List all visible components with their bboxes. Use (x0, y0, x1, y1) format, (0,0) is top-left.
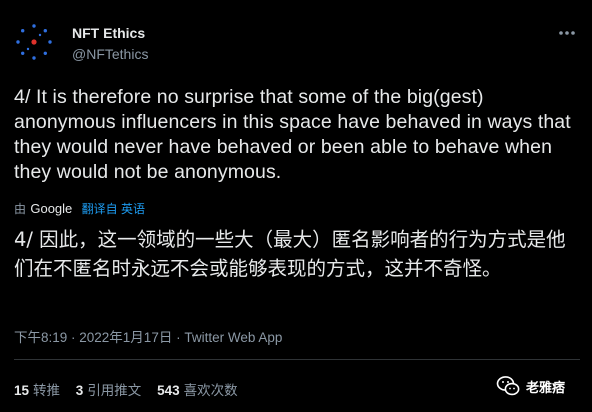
quote-tweets-count: 3 (75, 383, 84, 398)
dotted-circle-logo-icon (16, 24, 52, 60)
divider (14, 359, 580, 360)
quote-tweets-label: 引用推文 (87, 383, 142, 398)
retweets-count: 15 (14, 383, 30, 398)
tweet-timestamp[interactable]: 下午8:19 · 2022年1月17日 · (14, 330, 184, 345)
tweet-card: NFT Ethics @NFTethics 4/ It is therefore… (0, 0, 592, 412)
watermark: 老雅痞 (496, 374, 565, 398)
translation-attribution: 由 Google 翻译自 英语 (14, 200, 145, 217)
quote-tweets-stat[interactable]: 3 引用推文 (76, 379, 142, 399)
translated-text: 4/ 因此，这一领域的一些大（最大）匿名影响者的行为方式是他们在不匿名时永远不会… (14, 228, 566, 280)
author-avatar[interactable] (10, 18, 58, 66)
google-logo: Google (30, 201, 73, 216)
source-app-link[interactable]: Twitter Web App (184, 330, 282, 345)
wechat-icon (496, 376, 520, 396)
engagement-stats: 15 转推 3 引用推文 543 喜欢次数 (14, 379, 250, 399)
retweets-label: 转推 (33, 383, 61, 398)
likes-stat[interactable]: 543 喜欢次数 (157, 379, 238, 399)
tweet-text: 4/ It is therefore no surprise that some… (14, 86, 571, 183)
translation-prefix: 由 (14, 202, 27, 216)
watermark-text: 老雅痞 (526, 379, 566, 395)
author-name[interactable]: NFT Ethics (72, 25, 145, 41)
likes-count: 543 (157, 383, 180, 398)
more-options-icon[interactable] (556, 22, 578, 44)
author-handle[interactable]: @NFTethics (72, 46, 148, 62)
tweet-metadata: 下午8:19 · 2022年1月17日 · Twitter Web App (14, 326, 282, 346)
retweets-stat[interactable]: 15 转推 (14, 379, 60, 399)
likes-label: 喜欢次数 (183, 383, 238, 398)
translation-source-link[interactable]: 翻译自 英语 (82, 202, 145, 216)
